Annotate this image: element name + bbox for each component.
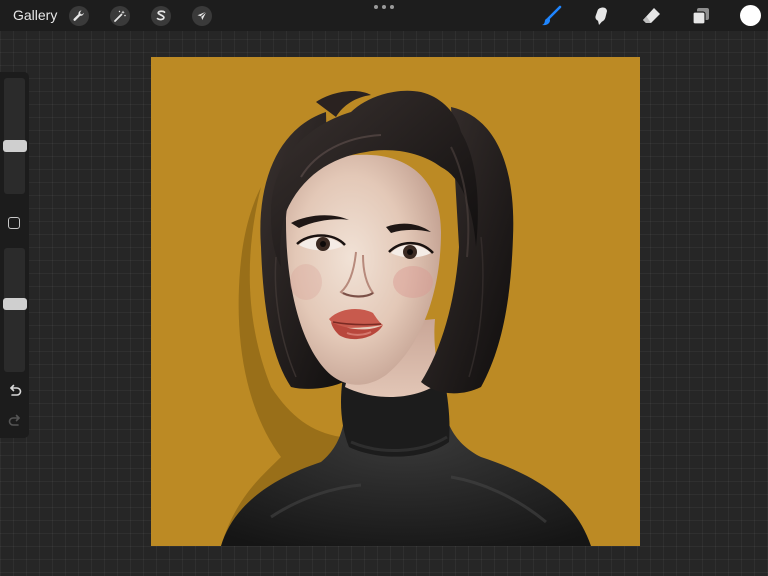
- selection-s-icon: [156, 10, 166, 21]
- more-options-handle[interactable]: [374, 3, 394, 11]
- magic-wand-icon: [114, 10, 126, 22]
- top-toolbar: Gallery: [0, 0, 768, 31]
- dot-icon: [382, 5, 386, 9]
- redo-icon: [8, 414, 20, 426]
- left-sidebar: [0, 72, 29, 438]
- opacity-slider-handle[interactable]: [3, 298, 27, 311]
- smudge-icon: [595, 7, 607, 25]
- dot-icon: [390, 5, 394, 9]
- wrench-icon: [73, 10, 84, 21]
- modify-button[interactable]: [8, 217, 20, 229]
- drawing-canvas[interactable]: [151, 57, 640, 546]
- smudge-tool-button[interactable]: [590, 5, 612, 27]
- transform-button[interactable]: [192, 6, 212, 26]
- brush-size-slider-handle[interactable]: [3, 140, 27, 153]
- undo-icon: [10, 384, 22, 396]
- gallery-button[interactable]: Gallery: [13, 7, 57, 23]
- brush-size-slider[interactable]: [4, 78, 25, 194]
- color-picker-button[interactable]: [740, 5, 761, 26]
- dot-icon: [374, 5, 378, 9]
- layers-icon: [692, 8, 709, 25]
- adjustments-button[interactable]: [110, 6, 130, 26]
- undo-button[interactable]: [6, 382, 24, 400]
- portrait-artwork: [221, 90, 591, 546]
- redo-button[interactable]: [6, 412, 24, 430]
- actions-button[interactable]: [69, 6, 89, 26]
- selection-button[interactable]: [151, 6, 171, 26]
- layers-button[interactable]: [690, 5, 712, 27]
- eraser-icon: [643, 8, 660, 23]
- brush-icon: [542, 5, 562, 26]
- paint-tool-button[interactable]: [540, 5, 562, 27]
- transform-arrow-icon: [197, 11, 207, 20]
- erase-tool-button[interactable]: [640, 5, 662, 27]
